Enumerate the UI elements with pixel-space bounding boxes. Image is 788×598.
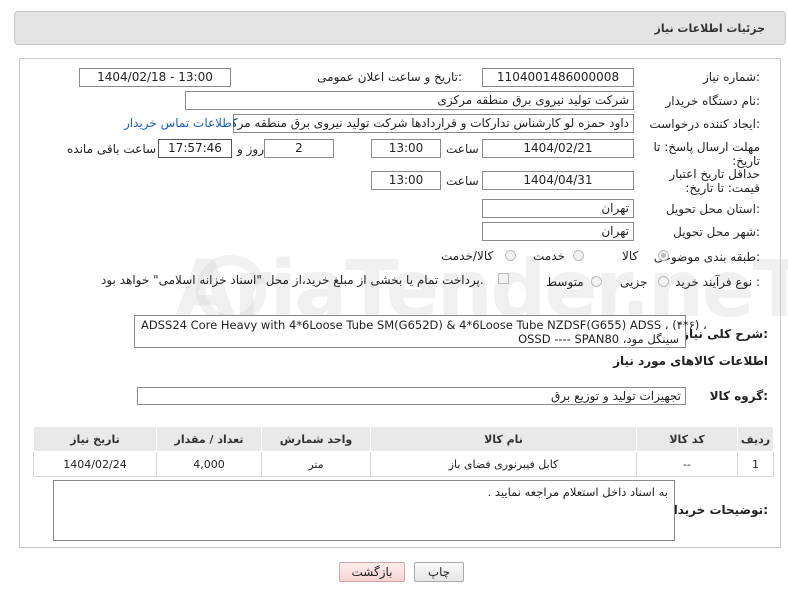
buyer-notes-label: توضیحات خریدار: bbox=[666, 503, 768, 517]
days-field: 2 bbox=[264, 139, 334, 158]
category-radio-goods[interactable] bbox=[658, 250, 669, 261]
process-radio-medium[interactable] bbox=[591, 276, 602, 287]
city-field: تهران bbox=[482, 222, 634, 241]
category-radio-goods-service[interactable] bbox=[505, 250, 516, 261]
goods-group-label: گروه کالا: bbox=[709, 389, 768, 403]
announce-label: تاریخ و ساعت اعلان عمومی: bbox=[317, 70, 462, 84]
process-option-minor: جزیی bbox=[620, 275, 648, 289]
col-header-quantity: تعداد / مقدار bbox=[156, 426, 262, 452]
price-validity-time-label: ساعت bbox=[446, 174, 479, 188]
remaining-label: ساعت باقی مانده bbox=[67, 142, 157, 156]
days-label: روز و bbox=[237, 142, 264, 156]
category-radio-service[interactable] bbox=[573, 250, 584, 261]
col-header-unit: واحد شمارش bbox=[261, 426, 371, 452]
deadline-time-field: 13:00 bbox=[371, 139, 441, 158]
goods-info-title: اطلاعات کالاهای مورد نیاز bbox=[613, 354, 768, 368]
creator-label: ایجاد کننده درخواست: bbox=[649, 117, 760, 131]
payment-note: پرداخت تمام یا بخشی از مبلغ خرید،از محل … bbox=[101, 273, 484, 287]
deadline-label: مهلت ارسال پاسخ: تا تاریخ: bbox=[653, 140, 760, 168]
page-header: جزئیات اطلاعات نیاز bbox=[14, 11, 786, 45]
price-validity-label: حداقل تاریخ اعتبار قیمت: تا تاریخ: bbox=[669, 167, 760, 195]
col-header-item-name: نام کالا bbox=[370, 426, 637, 452]
goods-table: ردیف کد کالا نام کالا واحد شمارش تعداد /… bbox=[33, 426, 774, 477]
cell-need-date: 1404/02/24 bbox=[33, 451, 157, 477]
category-option-goods-service: کالا/خدمت bbox=[441, 249, 494, 263]
price-validity-date-field: 1404/04/31 bbox=[482, 171, 634, 190]
category-label: طبقه بندی موضوعی: bbox=[653, 250, 760, 264]
table-header-row: ردیف کد کالا نام کالا واحد شمارش تعداد /… bbox=[33, 426, 774, 452]
province-label: استان محل تحویل: bbox=[665, 202, 760, 216]
province-field: تهران bbox=[482, 199, 634, 218]
city-label: شهر محل تحویل: bbox=[673, 225, 760, 239]
page-title: جزئیات اطلاعات نیاز bbox=[654, 22, 766, 35]
category-option-service: خدمت bbox=[533, 249, 565, 263]
buyer-field: شرکت تولید نیروی برق منطقه مرکزی bbox=[185, 91, 634, 110]
print-button[interactable]: چاپ bbox=[414, 562, 464, 582]
cell-unit: متر bbox=[261, 451, 371, 477]
cell-row-number: 1 bbox=[737, 451, 774, 477]
buyer-label: نام دستگاه خریدار: bbox=[665, 94, 761, 108]
cell-quantity: 4,000 bbox=[156, 451, 262, 477]
buyer-contact-link[interactable]: اطلاعات تماس خریدار bbox=[124, 116, 235, 130]
need-number-field: 1104001486000008 bbox=[482, 68, 634, 87]
buyer-notes-field: به اسناد داخل استعلام مراجعه نمایید . bbox=[53, 480, 675, 541]
summary-line-2: سینگل مود، OSSD ---- SPAN80 bbox=[518, 332, 679, 346]
col-header-need-date: تاریخ نیاز bbox=[33, 426, 157, 452]
category-option-goods: کالا bbox=[622, 249, 639, 263]
deadline-date-field: 1404/02/21 bbox=[482, 139, 634, 158]
col-header-item-code: کد کالا bbox=[636, 426, 738, 452]
deadline-time-label: ساعت bbox=[446, 142, 479, 156]
remaining-time-field: 17:57:46 bbox=[158, 139, 232, 158]
process-label: نوع فرآیند خرید : bbox=[675, 275, 760, 289]
col-header-row-number: ردیف bbox=[737, 426, 774, 452]
cell-item-name: کابل فیبرنوری فضای باز bbox=[370, 451, 637, 477]
summary-field: ADSS24 Core Heavy with 4*6Loose Tube SM(… bbox=[134, 315, 707, 348]
goods-group-field: تجهیزات تولید و توزیع برق bbox=[137, 387, 686, 405]
payment-treasury-checkbox[interactable] bbox=[498, 273, 509, 284]
back-button[interactable]: بازگشت bbox=[339, 562, 405, 582]
cell-item-code: -- bbox=[636, 451, 738, 477]
table-row: 1 -- کابل فیبرنوری فضای باز متر 4,000 14… bbox=[33, 451, 774, 477]
creator-field: داود حمزه لو کارشناس تدارکات و قراردادها… bbox=[233, 114, 634, 133]
price-validity-time-field: 13:00 bbox=[371, 171, 441, 190]
announce-field: 1404/02/18 - 13:00 bbox=[79, 68, 231, 87]
summary-line-1: ADSS24 Core Heavy with 4*6Loose Tube SM(… bbox=[141, 318, 707, 332]
need-number-label: شماره نیاز: bbox=[702, 70, 760, 84]
process-radio-minor[interactable] bbox=[658, 276, 669, 287]
process-option-medium: متوسط bbox=[546, 275, 584, 289]
